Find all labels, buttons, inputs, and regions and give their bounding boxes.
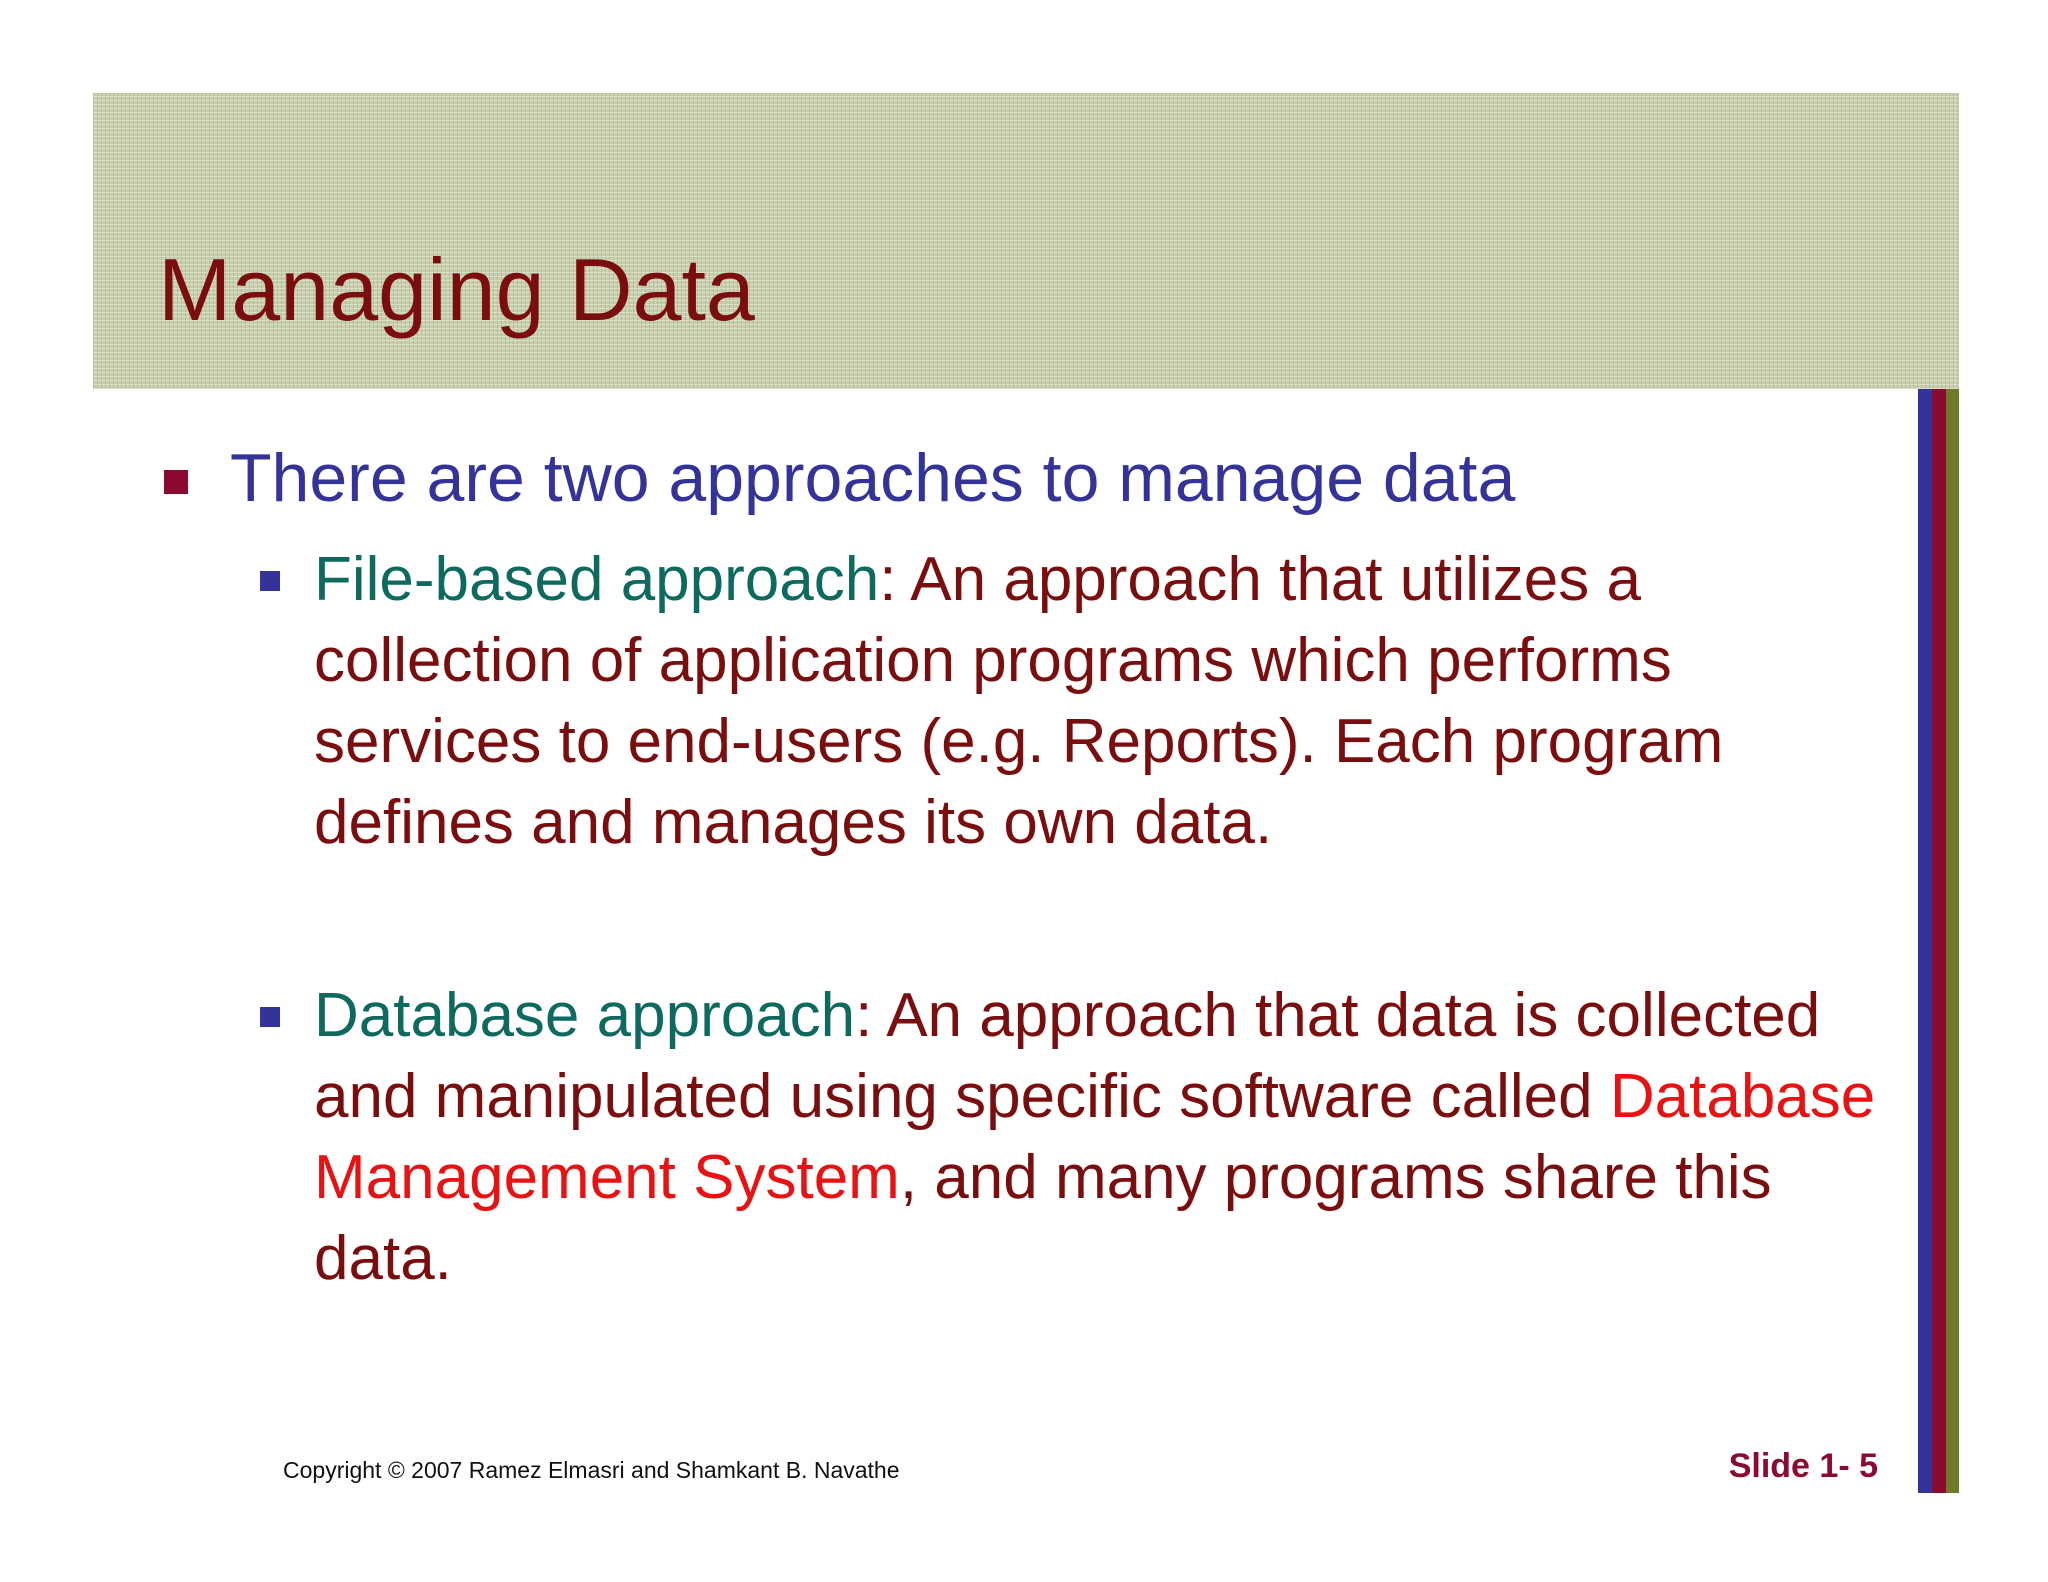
square-bullet-icon xyxy=(260,571,280,591)
side-bar-blue xyxy=(1918,389,1932,1493)
term-database: Database approach xyxy=(314,981,856,1050)
slide: Managing Data There are two approaches t… xyxy=(0,0,2048,1582)
main-bullet-text: There are two approaches to manage data xyxy=(230,440,1516,516)
square-bullet-icon xyxy=(164,470,188,494)
copyright-notice: Copyright © 2007 Ramez Elmasri and Shamk… xyxy=(283,1457,900,1483)
sub-bullet-database: Database approach: An approach that data… xyxy=(314,975,1914,1299)
sub-bullet-file-based: File-based approach: An approach that ut… xyxy=(314,539,1914,863)
slide-title: Managing Data xyxy=(158,240,755,339)
slide-number: Slide 1- 5 xyxy=(1728,1447,1878,1485)
square-bullet-icon xyxy=(260,1007,280,1027)
term-file-based: File-based approach xyxy=(314,545,880,614)
decorative-side-bars xyxy=(1918,389,1959,1493)
side-bar-olive xyxy=(1946,389,1959,1493)
side-bar-red xyxy=(1932,389,1946,1493)
